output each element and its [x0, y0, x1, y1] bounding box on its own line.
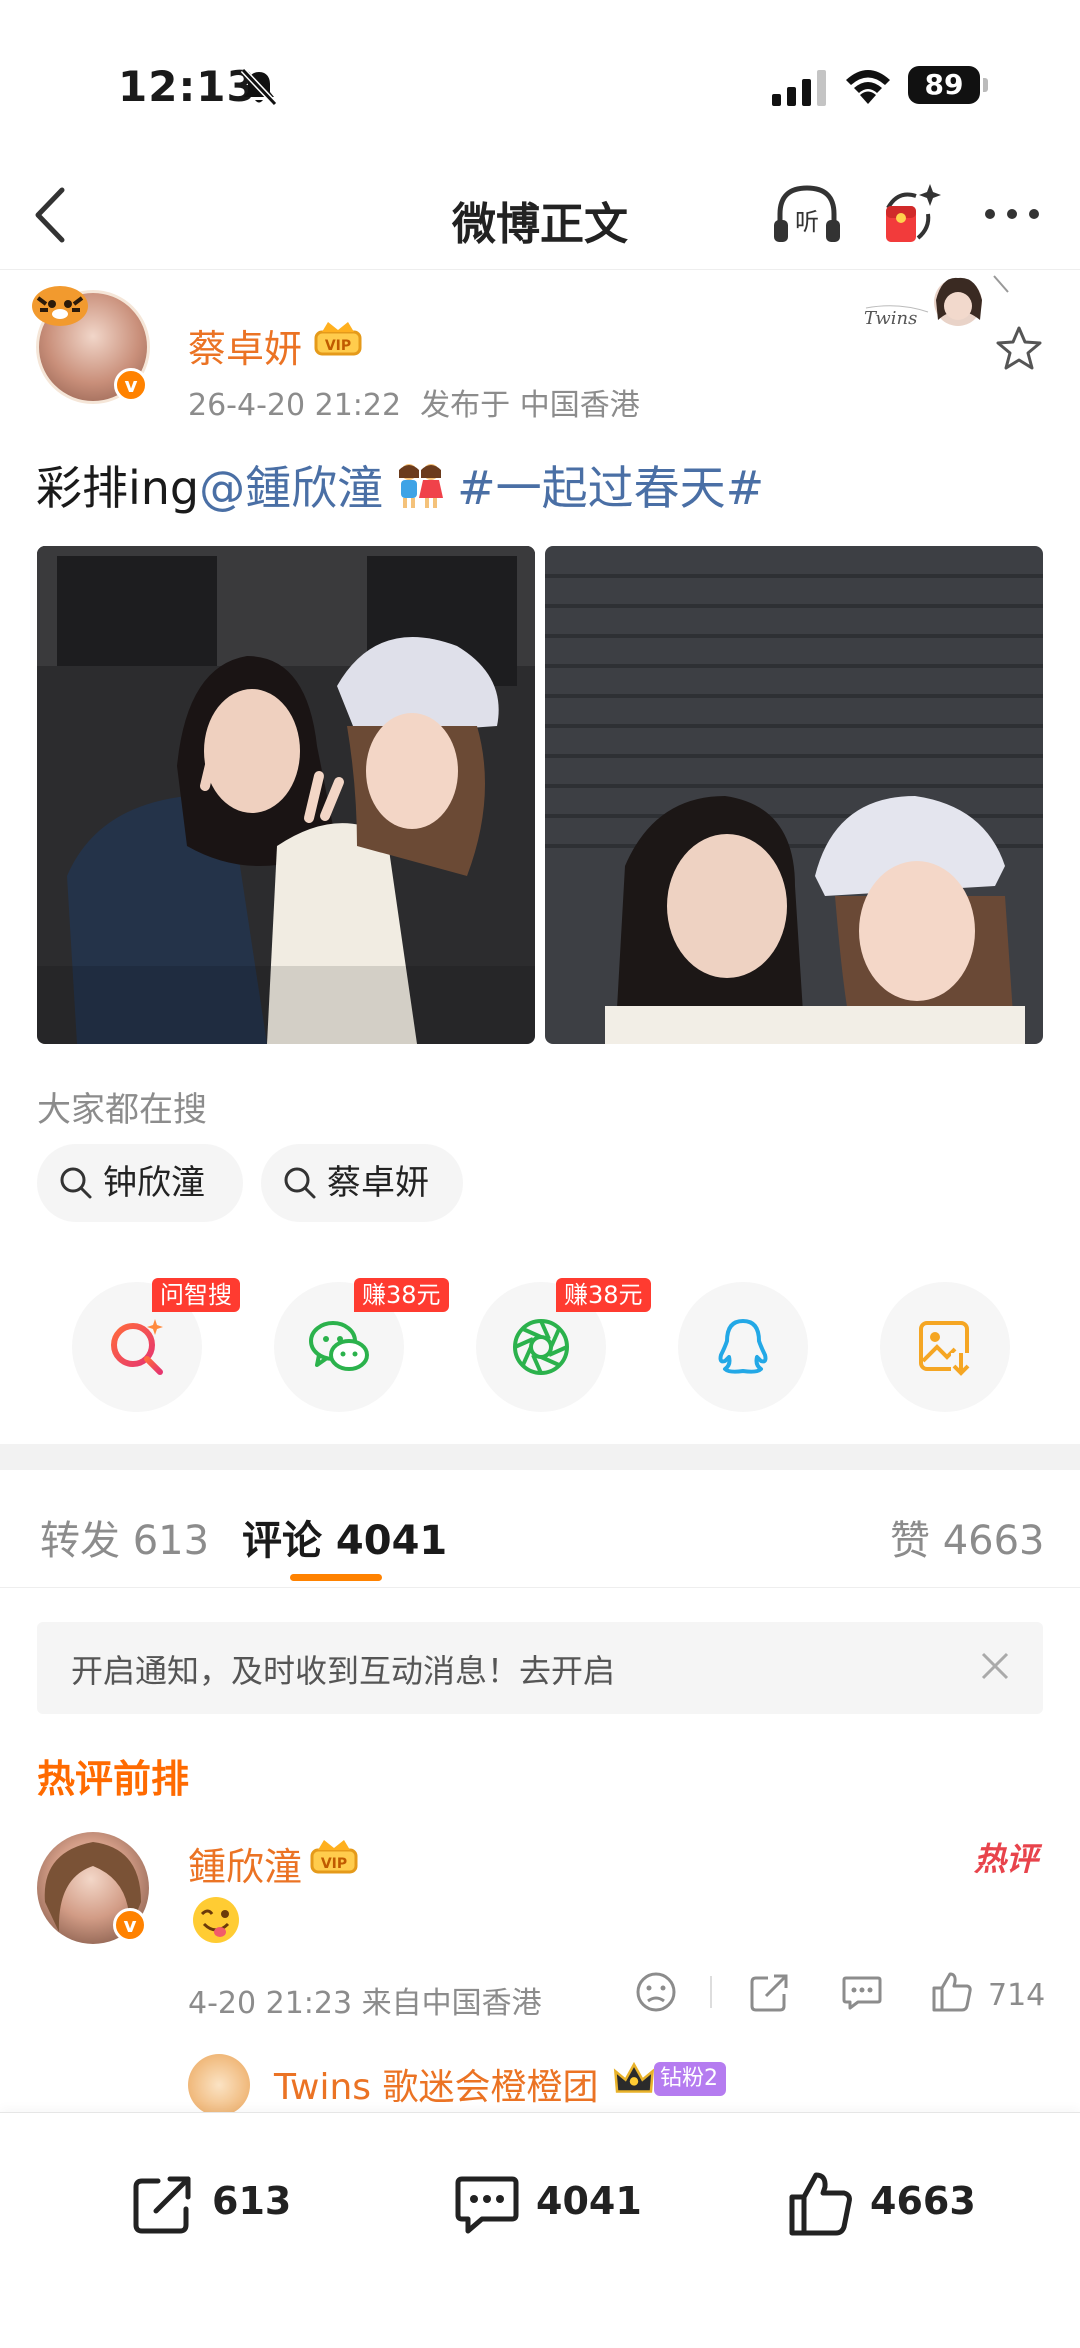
trending-search-label: 大家都在搜 — [37, 1090, 207, 1130]
search-chip-label: 钟欣潼 — [103, 1163, 205, 1203]
ai-search-icon — [111, 1319, 163, 1375]
author-name[interactable]: 蔡卓妍 — [188, 318, 302, 373]
section-divider — [0, 1444, 1080, 1470]
notification-banner[interactable]: 开启通知，及时收到互动消息！去开启 — [37, 1622, 1043, 1714]
verified-badge-icon: v — [114, 368, 148, 402]
vip-crown-icon: VIP — [310, 1840, 358, 1874]
tab-comment[interactable]: 评论 4041 — [242, 1508, 447, 1566]
reply-avatar[interactable] — [188, 2054, 250, 2116]
search-chip[interactable]: 蔡卓妍 — [261, 1144, 463, 1222]
divider — [710, 1976, 712, 2008]
bottom-action-bar: 613 4041 4663 — [0, 2112, 1080, 2348]
post-photo-2[interactable] — [545, 546, 1043, 1044]
like-thumb-icon[interactable] — [930, 1970, 974, 2014]
close-icon[interactable] — [975, 1646, 1015, 1686]
qq-icon — [718, 1319, 768, 1374]
save-image-icon — [919, 1321, 973, 1376]
author-avatar[interactable]: v — [32, 286, 150, 404]
verified-badge-icon: v — [113, 1908, 147, 1942]
search-icon — [60, 1167, 92, 1199]
moments-reward-tag: 赚38元 — [556, 1278, 651, 1312]
post-timestamp: 26-4-20 21:22 — [188, 388, 402, 423]
bottom-repost-button[interactable]: 613 — [128, 2163, 292, 2243]
wink-tongue-emoji-icon — [193, 1897, 239, 1943]
svg-text:VIP: VIP — [321, 1856, 347, 1872]
svg-text:Twins: Twins — [864, 308, 917, 329]
tab-like[interactable]: 赞 4663 — [890, 1508, 1045, 1566]
cellular-signal-icon — [772, 70, 826, 106]
search-chip-label: 蔡卓妍 — [327, 1163, 429, 1203]
fan-level-badge: 钻粉2 — [654, 2062, 726, 2096]
hot-comments-heading: 热评前排 — [37, 1757, 190, 1801]
tab-repost[interactable]: 转发 613 — [40, 1508, 209, 1566]
post-location: 发布于 中国香港 — [420, 388, 640, 423]
nav-bar: 微博正文 听 — [0, 160, 1080, 270]
mention-link[interactable]: @鍾欣潼 — [199, 461, 383, 515]
listen-headphones-icon[interactable]: 听 — [770, 180, 844, 250]
search-chip[interactable]: 钟欣潼 — [37, 1144, 243, 1222]
tiger-decoration-icon — [32, 286, 88, 326]
share-qq-button[interactable] — [678, 1282, 808, 1412]
interaction-tabs: 转发 613 评论 4041 赞 4663 — [0, 1470, 1080, 1588]
svg-text:VIP: VIP — [325, 338, 351, 354]
save-image-button[interactable] — [880, 1282, 1010, 1412]
bell-off-icon — [240, 67, 278, 107]
active-tab-indicator — [290, 1574, 382, 1581]
two-girls-emoji-icon — [399, 464, 444, 508]
commenter-name[interactable]: 鍾欣潼 — [188, 1836, 302, 1891]
wechat-reward-tag: 赚38元 — [354, 1278, 449, 1312]
battery-level: 89 — [908, 66, 980, 104]
red-packet-icon[interactable] — [878, 178, 944, 252]
status-bar: 12:13 89 — [0, 0, 1080, 160]
status-time: 12:13 — [118, 62, 257, 111]
more-options-icon[interactable] — [980, 194, 1044, 234]
vip-crown-icon: VIP — [314, 322, 362, 356]
repost-icon[interactable] — [748, 1970, 792, 2014]
reply-author-name[interactable]: Twins 歌迷会橙橙团 — [274, 2058, 599, 2110]
favorite-star-icon[interactable] — [994, 324, 1044, 372]
like-thumb-icon — [789, 2172, 852, 2236]
commenter-avatar[interactable]: v — [37, 1832, 149, 1944]
twins-decoration-badge: Twins — [858, 272, 1014, 342]
hot-comment-tag: 热评 — [974, 1840, 1039, 1878]
bottom-like-count: 4663 — [870, 2179, 976, 2223]
comment-icon[interactable] — [840, 1970, 884, 2014]
post-photo-1[interactable] — [37, 546, 535, 1044]
bottom-comment-count: 4041 — [536, 2179, 642, 2223]
topic-hashtag-link[interactable]: #一起过春天# — [457, 461, 764, 515]
post-text: 彩排ing@鍾欣潼 #一起过春天# — [36, 452, 764, 518]
battery-indicator: 89 — [908, 66, 988, 104]
fan-crown-icon — [613, 2061, 655, 2093]
wechat-icon — [309, 1321, 369, 1371]
search-icon — [284, 1167, 316, 1199]
dislike-face-icon[interactable] — [634, 1970, 678, 2014]
comment-icon — [455, 2176, 519, 2234]
ai-search-tag: 问智搜 — [152, 1278, 240, 1312]
repost-icon — [133, 2176, 191, 2234]
bottom-repost-count: 613 — [212, 2179, 292, 2223]
svg-text:听: 听 — [795, 208, 819, 236]
bottom-like-button[interactable]: 4663 — [786, 2163, 986, 2243]
comment-like-count: 714 — [988, 1978, 1046, 2013]
notification-banner-text: 开启通知，及时收到互动消息！去开启 — [71, 1652, 616, 1690]
wifi-icon — [846, 70, 890, 104]
post-meta: 26-4-20 21:22 发布于 中国香港 — [188, 380, 640, 424]
post-text-body: 彩排ing — [36, 461, 200, 515]
bottom-comment-button[interactable]: 4041 — [452, 2163, 652, 2243]
comment-meta: 4-20 21:23 来自中国香港 — [188, 1986, 542, 2021]
wechat-moments-icon — [513, 1319, 569, 1375]
